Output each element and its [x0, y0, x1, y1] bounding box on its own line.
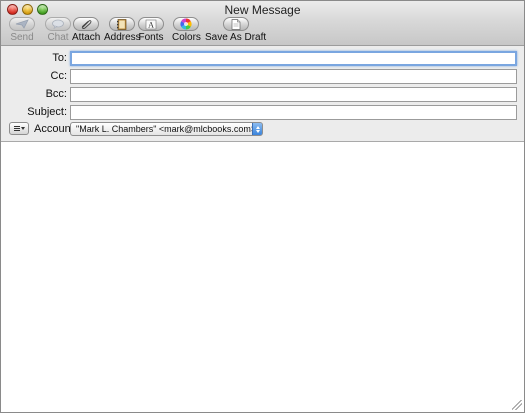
save-as-draft-button[interactable]: Save As Draft: [205, 17, 266, 45]
header-fields: To: Cc: Bcc: Subject: Account: "Mark L. …: [1, 46, 524, 142]
bcc-label: Bcc:: [45, 88, 67, 100]
account-value: "Mark L. Chambers" <mark@mlcbooks.com>: [76, 124, 257, 134]
toolbar: Send Chat Attach Address A Fonts Colors …: [1, 17, 524, 45]
to-label: To:: [52, 52, 67, 64]
cc-label: Cc:: [50, 70, 68, 82]
attach-icon: [73, 17, 100, 31]
popup-arrows-icon: [252, 123, 262, 135]
subject-field[interactable]: [70, 105, 517, 120]
cc-field[interactable]: [70, 69, 517, 84]
chat-button[interactable]: Chat: [45, 17, 71, 45]
subject-row: Subject:: [1, 105, 524, 120]
window-chrome: New Message Send Chat Attach Address A F…: [1, 1, 524, 46]
header-options-menu[interactable]: [9, 122, 29, 135]
send-button[interactable]: Send: [9, 17, 35, 45]
cc-row: Cc:: [1, 69, 524, 84]
fonts-icon: A: [138, 17, 164, 31]
message-body[interactable]: [1, 143, 524, 412]
bcc-row: Bcc:: [1, 87, 524, 102]
bcc-field[interactable]: [70, 87, 517, 102]
fonts-button[interactable]: A Fonts: [138, 17, 164, 45]
list-icon: [13, 126, 20, 131]
account-popup[interactable]: "Mark L. Chambers" <mark@mlcbooks.com>: [70, 122, 263, 136]
mail-compose-window: New Message Send Chat Attach Address A F…: [0, 0, 525, 413]
chevron-down-icon: [20, 127, 25, 130]
colors-icon: [173, 17, 200, 31]
draft-icon: [222, 17, 249, 31]
attach-button[interactable]: Attach: [72, 17, 100, 45]
resize-grip[interactable]: [512, 400, 522, 410]
to-row: To:: [1, 51, 524, 66]
subject-label: Subject:: [27, 106, 67, 118]
svg-text:A: A: [148, 20, 154, 29]
window-title: New Message: [224, 3, 301, 17]
colors-button[interactable]: Colors: [172, 17, 201, 45]
chat-icon: [45, 17, 71, 31]
address-book-icon: [109, 17, 136, 31]
to-field[interactable]: [70, 51, 517, 66]
address-button[interactable]: Address: [104, 17, 141, 45]
send-icon: [9, 17, 35, 31]
